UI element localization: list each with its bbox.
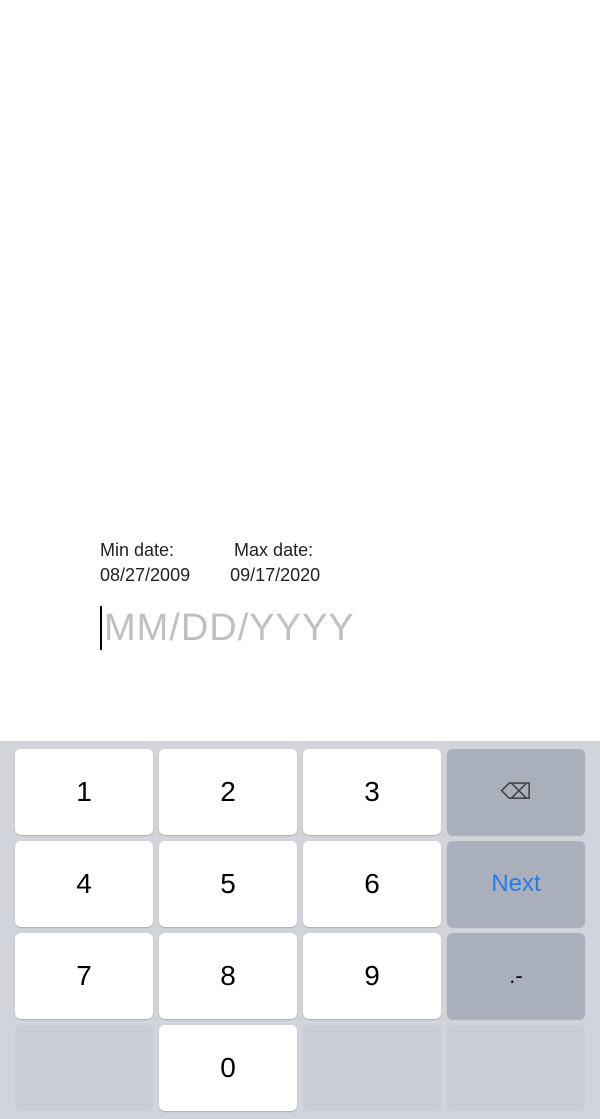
key-3[interactable]: 3 [303,749,441,835]
date-labels-row: Min date: Max date: [100,540,500,561]
max-date-value: 09/17/2020 [230,565,320,586]
keyboard-row-1: 1 2 3 ⌫ [4,749,596,835]
content-area: Min date: Max date: 08/27/2009 09/17/202… [0,0,600,680]
keyboard-row-3: 7 8 9 .- [4,933,596,1019]
max-date-label: Max date: [234,540,313,561]
date-info: Min date: Max date: 08/27/2009 09/17/202… [0,540,600,598]
next-button[interactable]: Next [447,841,585,927]
date-input-container[interactable]: MM/DD/YYYY [0,606,600,650]
date-placeholder: MM/DD/YYYY [104,607,355,650]
key-4[interactable]: 4 [15,841,153,927]
key-0[interactable]: 0 [159,1025,297,1111]
date-values-row: 08/27/2009 09/17/2020 [100,565,500,586]
backspace-icon: ⌫ [500,779,531,805]
min-date-label: Min date: [100,540,174,561]
key-6[interactable]: 6 [303,841,441,927]
key-empty-right2 [447,1025,585,1111]
keyboard-area: 1 2 3 ⌫ 4 5 6 Next 7 8 9 .- 0 [0,741,600,1119]
key-7[interactable]: 7 [15,933,153,1019]
backspace-button[interactable]: ⌫ [447,749,585,835]
min-date-value: 08/27/2009 [100,565,190,586]
keyboard-row-4: 0 [4,1025,596,1111]
key-1[interactable]: 1 [15,749,153,835]
text-cursor [100,606,102,650]
symbol-button[interactable]: .- [447,933,585,1019]
key-8[interactable]: 8 [159,933,297,1019]
key-empty-right1 [303,1025,441,1111]
key-9[interactable]: 9 [303,933,441,1019]
key-empty-left [15,1025,153,1111]
keyboard-row-2: 4 5 6 Next [4,841,596,927]
key-2[interactable]: 2 [159,749,297,835]
key-5[interactable]: 5 [159,841,297,927]
